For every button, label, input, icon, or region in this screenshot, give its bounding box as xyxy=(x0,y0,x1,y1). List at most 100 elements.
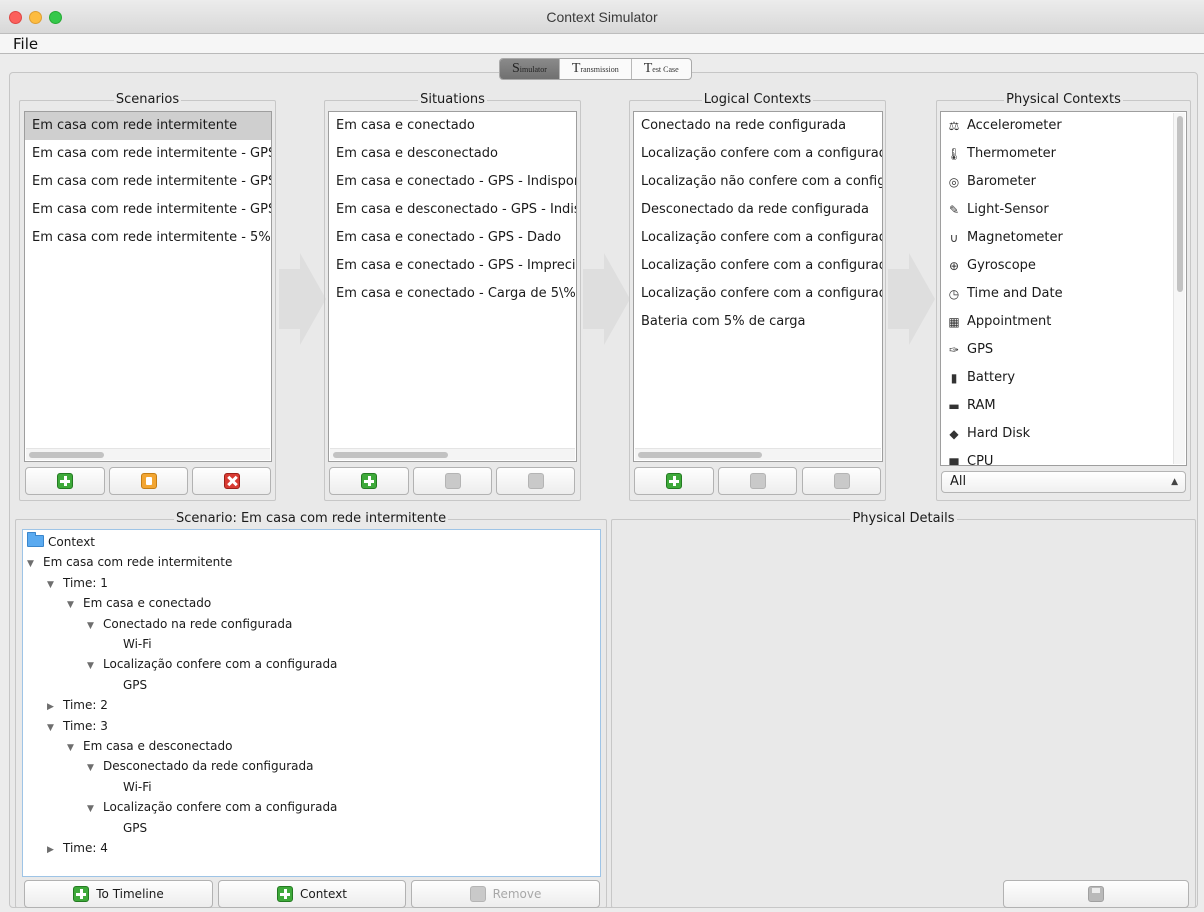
logical-context-list-item[interactable]: Conectado na rede configurada xyxy=(634,112,882,140)
tree-node[interactable]: ▼ Localização confere com a configurada xyxy=(87,797,337,817)
physical-context-list-item[interactable]: ▬ RAM xyxy=(941,392,1186,420)
collapse-arrow-icon[interactable]: ▼ xyxy=(67,595,83,615)
collapse-arrow-icon[interactable]: ▼ xyxy=(87,616,103,636)
scenario-list-item[interactable]: Em casa com rede intermitente - GPS xyxy=(25,168,271,196)
scroll-thumb[interactable] xyxy=(29,452,104,458)
expand-arrow-icon[interactable]: ▶ xyxy=(47,697,63,717)
tree-node[interactable]: Wi-Fi xyxy=(107,777,152,797)
tree-node[interactable]: ▶ Time: 2 xyxy=(47,695,108,715)
tab-transmission[interactable]: Transmission xyxy=(560,59,632,79)
logical-context-list-item[interactable]: Desconectado da rede configurada xyxy=(634,196,882,224)
situation-list-item[interactable]: Em casa e conectado - GPS - Indisponível xyxy=(329,168,576,196)
situation-list-item[interactable]: Em casa e desconectado - GPS - Indisponí… xyxy=(329,196,576,224)
add-scenario-button[interactable] xyxy=(25,467,105,495)
collapse-arrow-icon[interactable]: ▼ xyxy=(47,575,63,595)
scroll-thumb[interactable] xyxy=(333,452,448,458)
scenarios-list[interactable]: Em casa com rede intermitente Em casa com… xyxy=(24,111,272,462)
logical-context-list-item[interactable]: Localização confere com a configurada xyxy=(634,280,882,308)
tree-node[interactable]: ▼ Time: 3 xyxy=(47,716,108,736)
situations-list[interactable]: Em casa e conectado Em casa e desconectad… xyxy=(328,111,577,462)
logical-context-list-item[interactable]: Localização não confere com a configurad… xyxy=(634,168,882,196)
add-icon xyxy=(276,886,293,902)
physical-contexts-list[interactable]: ⚖ Accelerometer 🌡 Thermometer ◎ Barometer ✎ Lig… xyxy=(940,111,1187,466)
delete-logical-context-button[interactable] xyxy=(802,467,881,495)
scroll-thumb[interactable] xyxy=(638,452,762,458)
expand-arrow-icon[interactable]: ▶ xyxy=(47,840,63,860)
edit-logical-context-button[interactable] xyxy=(718,467,797,495)
physical-context-list-item[interactable]: ∪ Magnetometer xyxy=(941,224,1186,252)
delete-situation-button[interactable] xyxy=(496,467,575,495)
scenarios-hscrollbar[interactable] xyxy=(26,448,270,460)
collapse-arrow-icon[interactable]: ▼ xyxy=(67,738,83,758)
physical-context-list-item[interactable]: ▦ Appointment xyxy=(941,308,1186,336)
tree-node[interactable]: ▼ Conectado na rede configurada xyxy=(87,614,292,634)
physical-context-list-item[interactable]: 🌡 Thermometer xyxy=(941,140,1186,168)
tree-node[interactable]: ▼ Em casa e conectado xyxy=(67,593,211,613)
physical-context-list-item[interactable]: ◎ Barometer xyxy=(941,168,1186,196)
tree-node[interactable]: ▶ Time: 4 xyxy=(47,838,108,858)
save-button[interactable] xyxy=(1003,880,1189,908)
logical-context-list-item[interactable]: Localização confere com a configurada xyxy=(634,224,882,252)
tree-node[interactable]: Wi-Fi xyxy=(107,634,152,654)
situation-list-item[interactable]: Em casa e conectado - Carga de 5\% xyxy=(329,280,576,308)
physical-context-list-item[interactable]: ✎ Light-Sensor xyxy=(941,196,1186,224)
edit-situation-button[interactable] xyxy=(413,467,492,495)
tab-simulator[interactable]: Simulator xyxy=(500,59,560,79)
tree-node[interactable]: GPS xyxy=(107,675,147,695)
physical-context-list-item[interactable]: ◷ Time and Date xyxy=(941,280,1186,308)
add-context-button[interactable]: Context xyxy=(218,880,406,908)
tree-node[interactable]: ▼ Em casa com rede intermitente xyxy=(27,552,232,572)
tree-node[interactable]: GPS xyxy=(107,818,147,838)
situation-list-item[interactable]: Em casa e conectado xyxy=(329,112,576,140)
add-logical-context-button[interactable] xyxy=(634,467,714,495)
scroll-thumb[interactable] xyxy=(1177,116,1183,292)
collapse-arrow-icon[interactable]: ▼ xyxy=(87,758,103,778)
to-timeline-button[interactable]: To Timeline xyxy=(24,880,213,908)
physical-vscrollbar[interactable] xyxy=(1173,113,1185,464)
logical-contexts-list[interactable]: Conectado na rede configurada Localização… xyxy=(633,111,883,462)
logical-items: Conectado na rede configurada Localização… xyxy=(634,112,882,336)
tree-node[interactable]: ▼ Time: 1 xyxy=(47,573,108,593)
physical-context-label: Appointment xyxy=(967,314,1052,329)
physical-context-label: RAM xyxy=(967,398,996,413)
logical-context-list-item[interactable]: Localização confere com a configurada xyxy=(634,140,882,168)
tree-node[interactable]: ▼ Desconectado da rede configurada xyxy=(87,756,313,776)
collapse-arrow-icon[interactable]: ▼ xyxy=(87,799,103,819)
tree-node[interactable]: ▼ Localização confere com a configurada xyxy=(87,654,337,674)
remove-button[interactable]: Remove xyxy=(411,880,600,908)
save-icon xyxy=(1088,886,1104,902)
delete-scenario-button[interactable] xyxy=(192,467,271,495)
physical-context-list-item[interactable]: ▮ Battery xyxy=(941,364,1186,392)
tab-test-case[interactable]: Test Case xyxy=(632,59,691,79)
situation-list-item[interactable]: Em casa e desconectado xyxy=(329,140,576,168)
tab-test-case-initial: T xyxy=(643,61,653,76)
add-icon xyxy=(361,473,377,489)
physical-filter-select[interactable]: All ▲ xyxy=(941,471,1186,493)
scenario-list-item[interactable]: Em casa com rede intermitente xyxy=(25,112,271,140)
physical-context-list-item[interactable]: ⊕ Gyroscope xyxy=(941,252,1186,280)
edit-scenario-button[interactable] xyxy=(109,467,188,495)
scenario-list-item[interactable]: Em casa com rede intermitente - GPS xyxy=(25,196,271,224)
physical-context-list-item[interactable]: ⚖ Accelerometer xyxy=(941,112,1186,140)
scenario-tree-title: Scenario: Em casa com rede intermitente xyxy=(173,511,449,526)
situations-hscrollbar[interactable] xyxy=(330,448,575,460)
collapse-arrow-icon[interactable]: ▼ xyxy=(27,554,43,574)
logical-context-list-item[interactable]: Localização confere com a configurada xyxy=(634,252,882,280)
logical-context-list-item[interactable]: Bateria com 5% de carga xyxy=(634,308,882,336)
tree-node[interactable]: ▼ Em casa e desconectado xyxy=(67,736,232,756)
collapse-arrow-icon[interactable]: ▼ xyxy=(47,718,63,738)
logical-hscrollbar[interactable] xyxy=(635,448,881,460)
scenario-list-item[interactable]: Em casa com rede intermitente - GPS xyxy=(25,140,271,168)
add-situation-button[interactable] xyxy=(329,467,409,495)
physical-context-list-item[interactable]: ■ CPU xyxy=(941,448,1186,465)
physical-context-list-item[interactable]: ◆ Hard Disk xyxy=(941,420,1186,448)
menu-file[interactable]: File xyxy=(13,34,38,54)
scenario-list-item[interactable]: Em casa com rede intermitente - 5% de ca… xyxy=(25,224,271,252)
scenario-tree[interactable]: Context ▼ Em casa com rede intermitente ▼ Ti… xyxy=(22,529,601,877)
physical-context-list-item[interactable]: ✑ GPS xyxy=(941,336,1186,364)
tree-node-label: GPS xyxy=(123,677,148,692)
tree-node[interactable]: Context xyxy=(27,532,95,552)
situation-list-item[interactable]: Em casa e conectado - GPS - Impreciso xyxy=(329,252,576,280)
situation-list-item[interactable]: Em casa e conectado - GPS - Dado xyxy=(329,224,576,252)
collapse-arrow-icon[interactable]: ▼ xyxy=(87,656,103,676)
